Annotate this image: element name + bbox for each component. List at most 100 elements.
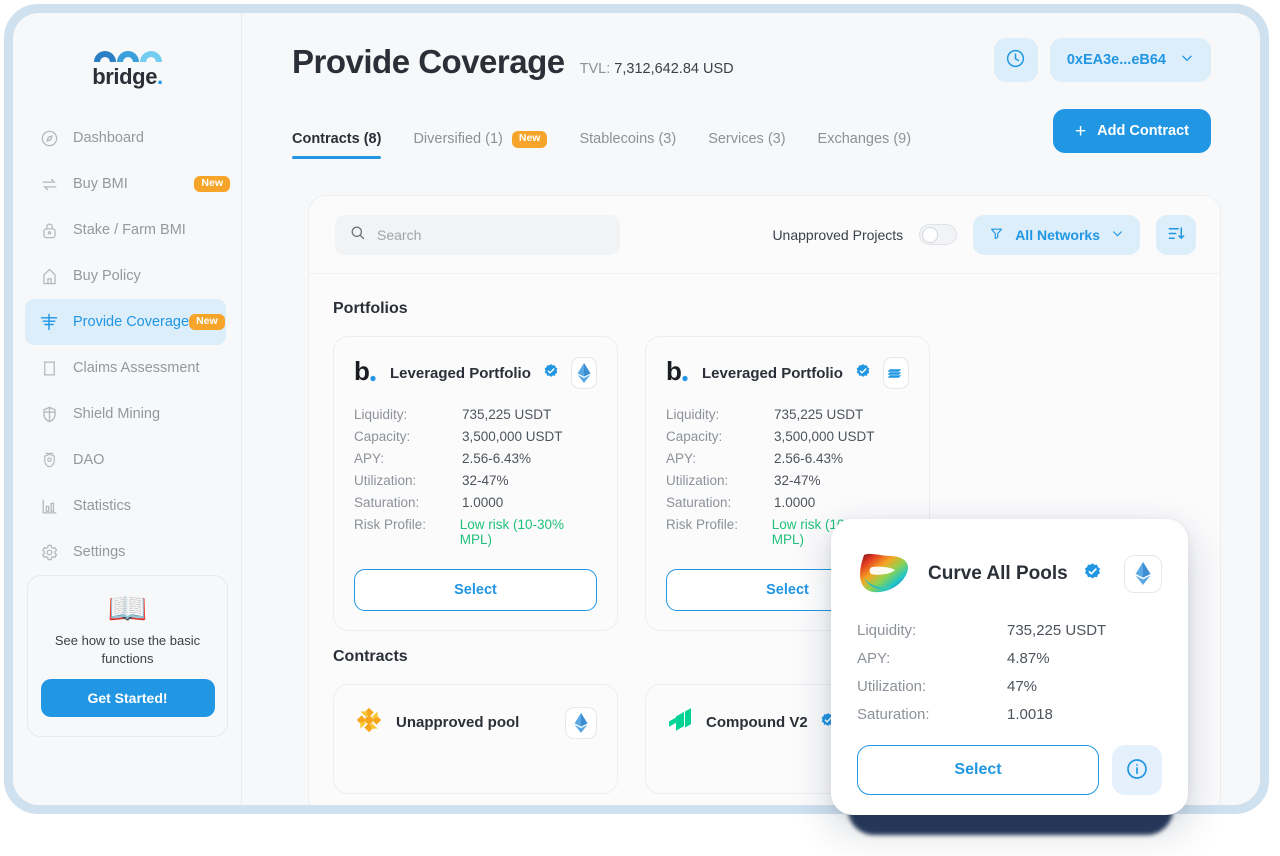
stat-key: APY:: [354, 451, 385, 466]
networks-filter-label: All Networks: [1015, 226, 1100, 243]
chevron-down-icon: [1111, 227, 1124, 243]
tab-stablecoins[interactable]: Stablecoins (3): [579, 131, 676, 159]
ethereum-icon[interactable]: [570, 357, 597, 389]
sidebar-item-dao[interactable]: DAO: [13, 437, 242, 483]
tab-label: Exchanges (9): [817, 131, 912, 148]
card-header: Unapproved pool: [354, 705, 597, 740]
sidebar-item-stake-farm-bmi[interactable]: Stake / Farm BMI: [13, 207, 242, 253]
stat-row: APY: 2.56-6.43%: [354, 451, 597, 466]
verified-badge-icon: [1083, 562, 1102, 586]
networks-filter-button[interactable]: All Networks: [973, 214, 1140, 255]
funnel-icon: [989, 226, 1004, 244]
contract-name: Compound V2: [706, 714, 808, 731]
tvl-label: TVL: 7,312,642.84 USD: [580, 61, 734, 77]
search-input[interactable]: Search: [335, 214, 620, 255]
sidebar-item-label: Buy Policy: [73, 268, 141, 284]
stat-row: APY: 4.87%: [857, 650, 1162, 667]
stat-row: Saturation: 1.0000: [354, 495, 597, 510]
stat-key: Utilization:: [354, 473, 417, 488]
sidebar-item-statistics[interactable]: Statistics: [13, 483, 242, 529]
stat-row: Utilization: 32-47%: [666, 473, 909, 488]
tab-contracts[interactable]: Contracts (8): [292, 131, 382, 160]
portfolio-stats: Liquidity: 735,225 USDT Capacity: 3,500,00…: [354, 407, 597, 547]
stat-value: 3,500,000 USDT: [462, 429, 563, 444]
svg-text:b: b: [354, 358, 370, 384]
popup-header: Curve All Pools: [857, 547, 1162, 600]
unapproved-projects-toggle[interactable]: [919, 224, 958, 245]
coverage-icon: [38, 311, 60, 333]
sidebar-item-buy-policy[interactable]: Buy Policy: [13, 253, 242, 299]
portfolio-name: Leveraged Portfolio: [702, 364, 843, 382]
sidebar-item-label: Provide Coverage: [73, 314, 190, 330]
sidebar-item-provide-coverage[interactable]: Provide Coverage New: [25, 299, 252, 345]
curve-icon: [857, 547, 913, 600]
sidebar-item-label: Dashboard: [73, 130, 144, 146]
stat-row: Capacity: 3,500,000 USDT: [354, 429, 597, 444]
page-header: Provide Coverage TVL: 7,312,642.84 USD: [292, 43, 734, 81]
lock-icon: [38, 219, 60, 241]
tab-label: Contracts (8): [292, 131, 382, 148]
contract-name: Unapproved pool: [396, 714, 520, 731]
sidebar-item-dashboard[interactable]: Dashboard: [13, 115, 242, 161]
stat-key: APY:: [666, 451, 697, 466]
stat-value: 32-47%: [462, 473, 509, 488]
logo-dot: .: [157, 64, 163, 89]
stat-row: Utilization: 47%: [857, 678, 1162, 695]
stat-value: 47%: [1007, 678, 1038, 695]
select-button[interactable]: Select: [354, 569, 597, 611]
popup-stats: Liquidity: 735,225 USDT APY: 4.87% Utiliza…: [857, 622, 1162, 723]
wallet-address-button[interactable]: 0xEA3e...eB64: [1049, 38, 1211, 82]
svg-text:b: b: [666, 358, 682, 384]
toolbar-filters: Unapproved Projects All Networks: [772, 214, 1196, 255]
bridge-arches-icon: [93, 51, 162, 62]
panel-toolbar: Search Unapproved Projects All Networks: [309, 196, 1220, 274]
umbrella-icon: [38, 265, 60, 287]
header-actions: 0xEA3e...eB64: [993, 38, 1211, 82]
sidebar-item-label: Claims Assessment: [73, 360, 200, 376]
swap-icon: [38, 173, 60, 195]
sidebar-item-label: Buy BMI: [73, 176, 128, 192]
stat-key: Saturation:: [857, 706, 930, 723]
ethereum-icon[interactable]: [565, 706, 597, 739]
get-started-button[interactable]: Get Started!: [40, 679, 215, 718]
page-title: Provide Coverage: [292, 43, 565, 80]
bsc-icon[interactable]: [882, 357, 909, 389]
stat-key: Risk Profile:: [666, 517, 739, 532]
stat-value: 735,225 USDT: [1007, 622, 1107, 639]
stat-value: 4.87%: [1007, 650, 1050, 667]
stat-row: Saturation: 1.0018: [857, 706, 1162, 723]
app-logo[interactable]: bridge.: [13, 39, 242, 90]
sort-button[interactable]: [1156, 214, 1196, 255]
sidebar-item-label: DAO: [73, 452, 105, 468]
stat-value: 1.0018: [1007, 706, 1053, 723]
tab-exchanges[interactable]: Exchanges (9): [818, 131, 912, 159]
sidebar-item-buy-bmi[interactable]: Buy BMI New: [13, 161, 242, 207]
popup-info-button[interactable]: [1112, 745, 1162, 795]
tab-diversified[interactable]: Diversified (1) New: [413, 131, 548, 160]
app-window: bridge. Dashboard Buy BMI New Stake / Fa…: [0, 0, 1280, 856]
sidebar-item-settings[interactable]: Settings: [13, 529, 242, 575]
scroll-icon: [38, 357, 60, 379]
history-button[interactable]: [993, 38, 1038, 82]
card-header: b Leveraged Portfolio: [666, 356, 909, 389]
stat-row: Utilization: 32-47%: [354, 473, 597, 488]
stat-key: Saturation:: [666, 495, 732, 510]
add-contract-label: Add Contract: [1097, 123, 1189, 139]
toggle-knob: [922, 226, 939, 243]
ethereum-icon[interactable]: [1124, 554, 1162, 593]
wallet-address-label: 0xEA3e...eB64: [1066, 52, 1166, 68]
stat-row: Liquidity: 735,225 USDT: [857, 622, 1162, 639]
info-icon: [1125, 757, 1149, 784]
stat-row: Liquidity: 735,225 USDT: [666, 407, 909, 422]
tab-services[interactable]: Services (3): [708, 131, 785, 159]
add-contract-button[interactable]: + Add Contract: [1053, 109, 1211, 153]
card-header: b Leveraged Portfolio: [354, 356, 597, 389]
sidebar-item-shield-mining[interactable]: Shield Mining: [13, 391, 242, 437]
stat-value: 735,225 USDT: [462, 407, 552, 422]
bridge-b-icon: b: [666, 356, 690, 389]
stat-value: 1.0000: [774, 495, 816, 510]
sidebar-item-claims-assessment[interactable]: Claims Assessment: [13, 345, 242, 391]
stat-key: APY:: [857, 650, 891, 667]
compound-icon: [666, 705, 694, 740]
popup-select-button[interactable]: Select: [857, 745, 1099, 795]
